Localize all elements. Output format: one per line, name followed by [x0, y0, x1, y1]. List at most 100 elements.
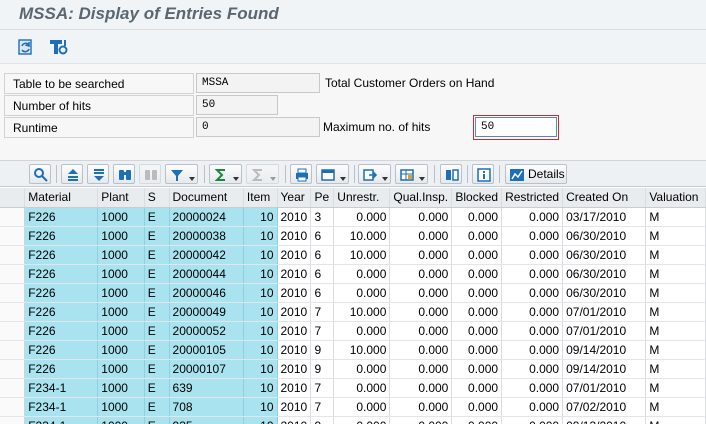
column-header[interactable]: Valuation	[645, 188, 706, 208]
table-row[interactable]: F226 1000 E 20000042 10 2010 6 10.000 0.000 0.000…	[0, 245, 706, 265]
table-row[interactable]: F226 1000 E 20000052 10 2010 7 0.000 0.000 0.000 0…	[0, 321, 706, 341]
row-selector[interactable]	[0, 321, 26, 341]
table-row[interactable]: F226 1000 E 20000049 10 2010 7 10.000 0.000 0.000…	[0, 302, 706, 322]
details-button[interactable]: Details	[505, 164, 567, 184]
select-all-cell[interactable]	[0, 188, 26, 208]
layout-button[interactable]	[395, 164, 428, 184]
table-cell: M	[645, 397, 706, 417]
table-cell: 2010	[277, 378, 312, 398]
table-row[interactable]: F234-1 1000 E 639 10 2010 7 0.000 0.000 0.000 0.00…	[0, 378, 706, 398]
table-cell: F226	[24, 264, 99, 284]
column-header[interactable]: Material	[24, 188, 99, 208]
filter-button[interactable]	[165, 164, 198, 184]
table-row[interactable]: F234-11000E93510201090.0000.0000.0000.00…	[0, 416, 706, 424]
table-cell: M	[645, 359, 706, 379]
table-cell: 07/01/2010	[562, 378, 647, 398]
column-header[interactable]: S	[144, 188, 170, 208]
column-select-button[interactable]	[440, 164, 462, 184]
export-button[interactable]	[358, 164, 391, 184]
table-field: MSSA	[196, 73, 320, 93]
column-header[interactable]: Created On	[562, 188, 647, 208]
chevron-down-icon	[382, 177, 388, 181]
max-hits-label: Maximum no. of hits	[323, 120, 431, 134]
table-row[interactable]: F226 1000 E 20000107 10 2010 9 0.000 0.000 0.000 0…	[0, 359, 706, 379]
find-next-button[interactable]	[139, 164, 161, 184]
table-cell: 0.000	[389, 359, 453, 379]
chevron-down-icon	[340, 177, 346, 181]
column-header[interactable]: Item	[243, 188, 278, 208]
table-cell: 0.000	[501, 207, 564, 227]
table-cell: 0.000	[451, 359, 503, 379]
column-header[interactable]: Document	[169, 188, 244, 208]
sort-descending-button[interactable]	[87, 164, 109, 184]
table-cell: E	[144, 397, 170, 417]
table-cell: 07/02/2010	[562, 397, 647, 417]
column-header[interactable]: Qual.Insp.	[389, 188, 453, 208]
column-header[interactable]: Blocked	[451, 188, 503, 208]
row-selector[interactable]	[0, 359, 26, 379]
table-cell: 935	[169, 416, 244, 424]
table-cell: 2010	[277, 302, 312, 322]
views-button[interactable]	[316, 164, 349, 184]
table-cell: 0.000	[501, 359, 564, 379]
table-cell: 0.000	[389, 397, 453, 417]
table-cell: 0.000	[451, 283, 503, 303]
table-row[interactable]: F234-1 1000 E 708 10 2010 7 0.000 0.000 0.000 0.00…	[0, 397, 706, 417]
table-cell: M	[645, 378, 706, 398]
table-row[interactable]: F226 1000 E 20000038 10 2010 6 10.000 0.000 0.000…	[0, 226, 706, 246]
table-cell: 2010	[277, 264, 312, 284]
table-cell: 2010	[277, 340, 312, 360]
change-settings-icon	[50, 40, 68, 55]
row-selector[interactable]	[0, 378, 26, 398]
sort-ascending-button[interactable]	[61, 164, 83, 184]
table-cell: 20000046	[169, 283, 244, 303]
table-row[interactable]: F226 1000 E 20000024 10 2010 3 0.000 0.000 0.000 0…	[0, 207, 706, 227]
change-settings-button[interactable]	[48, 37, 70, 57]
layout-icon	[400, 169, 414, 181]
row-selector[interactable]	[0, 264, 26, 284]
row-selector[interactable]	[0, 397, 26, 417]
table-cell: E	[144, 207, 170, 227]
table-cell: 1000	[97, 378, 145, 398]
table-cell: 0.000	[389, 226, 453, 246]
table-cell: 2010	[277, 207, 312, 227]
print-button[interactable]	[290, 164, 312, 184]
row-selector[interactable]	[0, 207, 26, 227]
table-cell: 2010	[277, 245, 312, 265]
table-row[interactable]: F226 1000 E 20000046 10 2010 6 0.000 0.000 0.000 0…	[0, 283, 706, 303]
table-cell: 10	[243, 378, 278, 398]
row-selector[interactable]	[0, 283, 26, 303]
table-cell: 0.000	[333, 416, 391, 424]
row-selector[interactable]	[0, 226, 26, 246]
column-header[interactable]: Pe	[310, 188, 335, 208]
row-selector[interactable]	[0, 416, 26, 424]
column-header[interactable]: Year	[277, 188, 312, 208]
column-header[interactable]: Restricted	[501, 188, 564, 208]
table-cell: 0.000	[501, 416, 564, 424]
table-row[interactable]: F226 1000 E 20000044 10 2010 6 0.000 0.000 0.000 0…	[0, 264, 706, 284]
row-selector[interactable]	[0, 302, 26, 322]
table-cell: F226	[24, 302, 99, 322]
column-header[interactable]: Unrestr.	[333, 188, 391, 208]
row-selector[interactable]	[0, 245, 26, 265]
table-label: Table to be searched	[4, 73, 194, 94]
table-cell: 0.000	[333, 207, 391, 227]
column-header[interactable]: Plant	[97, 188, 145, 208]
table-cell: 10	[243, 264, 278, 284]
total-button[interactable]	[209, 164, 242, 184]
separator	[467, 165, 468, 183]
table-cell: 10.000	[333, 302, 391, 322]
info-button[interactable]	[472, 164, 494, 184]
subtotal-button[interactable]	[246, 164, 279, 184]
refresh-button[interactable]	[15, 37, 37, 57]
table-cell: 0.000	[451, 416, 503, 424]
details-view-button[interactable]	[29, 164, 51, 184]
row-selector[interactable]	[0, 340, 26, 360]
table-cell: 10	[243, 397, 278, 417]
table-row[interactable]: F226 1000 E 20000105 10 2010 9 10.000 0.000 0.000…	[0, 340, 706, 360]
table-cell: 0.000	[501, 378, 564, 398]
table-cell: 03/17/2010	[562, 207, 647, 227]
table-cell: 10	[243, 245, 278, 265]
find-button[interactable]	[113, 164, 135, 184]
table-cell: 07/01/2010	[562, 302, 647, 322]
